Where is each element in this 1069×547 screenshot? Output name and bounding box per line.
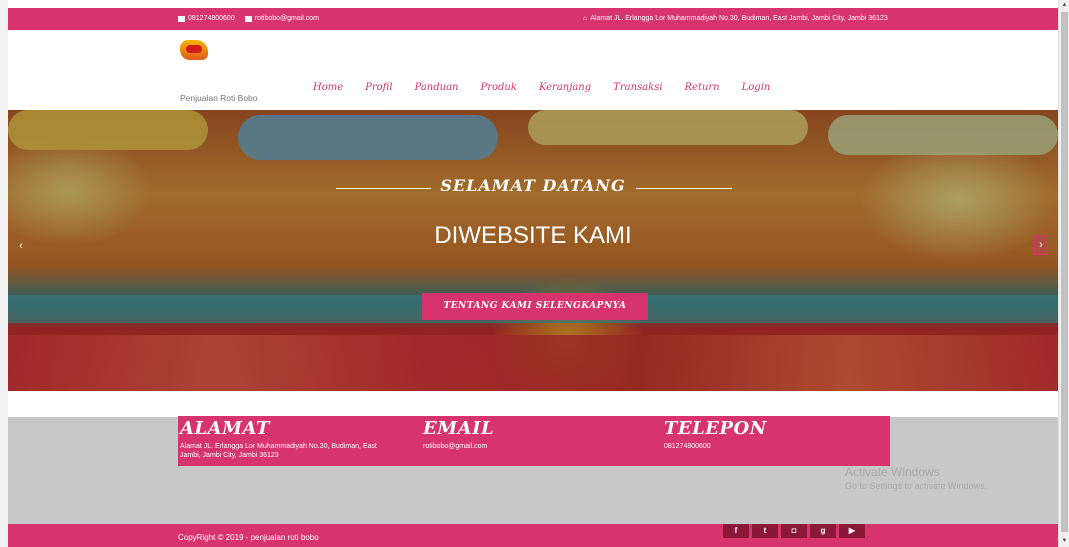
youtube-icon[interactable]: ▶ <box>839 524 865 538</box>
alamat-text: Alamat JL. Erlangga Lor Muhammadiyah No.… <box>180 443 377 459</box>
site-footer: CopyRight © 2019 - penjualan roti bobo f… <box>8 524 1058 547</box>
facebook-icon[interactable]: f <box>723 524 749 538</box>
activate-windows-watermark: Activate Windows Go to Settings to activ… <box>845 465 987 491</box>
telepon-text: 081274800600 <box>664 443 711 450</box>
contact-info-section: ALAMAT Alamat JL. Erlangga Lor Muhammadi… <box>8 391 1058 524</box>
brand-name: Penjualan Roti Bobo <box>180 93 258 103</box>
alamat-heading: ALAMAT <box>180 418 270 439</box>
phone-contact: 081274800600 <box>178 15 235 22</box>
instagram-icon[interactable]: ◘ <box>781 524 807 538</box>
google-plus-icon[interactable]: g <box>810 524 836 538</box>
slider-prev-button[interactable]: ‹ <box>14 237 28 257</box>
address-contact: ⌂ Alamat JL. Erlangga Lor Muhammadiyah N… <box>583 15 888 22</box>
email-text[interactable]: rotibobo@gmail.com <box>255 15 319 22</box>
telepon-column: TELEPON 081274800600 <box>664 416 864 451</box>
nav-profil[interactable]: Profil <box>365 82 392 93</box>
social-links: f t ◘ g ▶ <box>723 524 865 538</box>
nav-panduan[interactable]: Panduan <box>415 82 459 93</box>
bobo-logo[interactable] <box>180 40 208 60</box>
contact-left: 081274800600 rotibobo@gmail.com <box>178 15 319 22</box>
envelope-icon <box>244 15 252 22</box>
nav-login[interactable]: Login <box>742 82 771 93</box>
top-contact-bar: 081274800600 rotibobo@gmail.com ⌂ Alamat… <box>8 8 1058 30</box>
hero-overlay <box>8 110 1058 391</box>
page-scrollbar[interactable]: ▲ ▼ <box>1058 0 1069 547</box>
email-info-text: rotibobo@gmail.com <box>423 443 488 450</box>
email-contact[interactable]: rotibobo@gmail.com <box>244 15 319 22</box>
scroll-up-icon[interactable]: ▲ <box>1061 2 1068 9</box>
browser-viewport: 081274800600 rotibobo@gmail.com ⌂ Alamat… <box>8 0 1058 547</box>
phone-icon <box>178 15 185 22</box>
slider-next-button[interactable]: › <box>1034 235 1048 255</box>
main-nav: Home Profil Panduan Produk Keranjang Tra… <box>313 82 770 93</box>
watermark-subtitle: Go to Settings to activate Windows. <box>845 481 988 491</box>
alamat-column: ALAMAT Alamat JL. Erlangga Lor Muhammadi… <box>180 416 390 460</box>
info-panel: ALAMAT Alamat JL. Erlangga Lor Muhammadi… <box>178 416 890 466</box>
scroll-down-icon[interactable]: ▼ <box>1061 538 1068 545</box>
nav-home[interactable]: Home <box>313 82 343 93</box>
email-heading: EMAIL <box>423 418 495 439</box>
home-icon: ⌂ <box>583 15 588 22</box>
hero-welcome: SELAMAT DATANG <box>440 176 626 195</box>
nav-return[interactable]: Return <box>685 82 720 93</box>
address-text: Alamat JL. Erlangga Lor Muhammadiyah No.… <box>590 15 888 22</box>
nav-transaksi[interactable]: Transaksi <box>613 82 662 93</box>
twitter-icon[interactable]: t <box>752 524 778 538</box>
nav-keranjang[interactable]: Keranjang <box>539 82 591 93</box>
phone-text: 081274800600 <box>188 15 235 22</box>
scroll-thumb[interactable] <box>1061 12 1068 532</box>
hero-title: DIWEBSITE KAMI <box>434 222 632 249</box>
site-header: Penjualan Roti Bobo Home Profil Panduan … <box>8 30 1058 110</box>
watermark-title: Activate Windows <box>845 465 940 479</box>
telepon-heading: TELEPON <box>664 418 767 439</box>
email-column: EMAIL rotibobo@gmail.com <box>423 416 623 451</box>
about-us-button[interactable]: TENTANG KAMI SELENGKAPNYA <box>422 293 648 320</box>
nav-produk[interactable]: Produk <box>481 82 517 93</box>
copyright-text: CopyRight © 2019 - penjualan roti bobo <box>178 533 319 542</box>
hero-slider: SELAMAT DATANG DIWEBSITE KAMI TENTANG KA… <box>8 110 1058 391</box>
